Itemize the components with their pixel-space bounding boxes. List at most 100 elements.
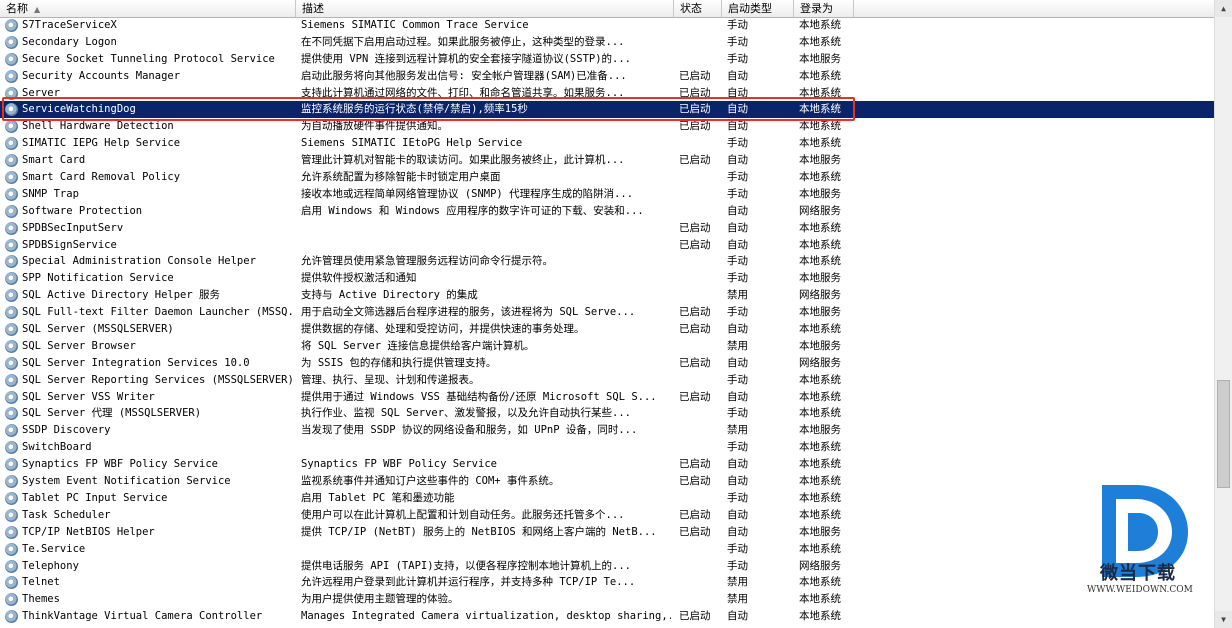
service-logon: 本地系统 (799, 593, 841, 606)
service-gear-icon (5, 542, 18, 556)
table-row[interactable]: Te.Service 手动 本地系统 (0, 541, 1214, 558)
table-row[interactable]: Telephony 提供电话服务 API (TAPI)支持，以便各程序控制本地计算… (0, 558, 1214, 575)
table-row[interactable]: SQL Server Browser 将 SQL Server 连接信息提供给客户… (0, 338, 1214, 355)
table-row[interactable]: SNMP Trap 接收本地或远程简单网络管理协议 (SNMP) 代理程序生成的陷… (0, 186, 1214, 203)
service-status (679, 17, 723, 34)
table-row[interactable]: Task Scheduler 使用户可以在此计算机上配置和计划自动任务。此服务还托… (0, 507, 1214, 524)
service-name: Task Scheduler (22, 508, 111, 521)
service-name: Telnet (22, 576, 60, 589)
service-gear-icon (5, 339, 18, 353)
watermark-text: 微当下载 (1100, 563, 1176, 584)
service-status (679, 372, 723, 389)
service-status (679, 135, 723, 152)
service-start-type: 自动 (727, 610, 748, 623)
table-row[interactable]: TCP/IP NetBIOS Helper 提供 TCP/IP (NetBT) 服… (0, 524, 1214, 541)
service-description: 管理、执行、呈现、计划和传递报表。 (301, 373, 480, 386)
table-row[interactable]: SQL Server Integration Services 10.0 为 SS… (0, 355, 1214, 372)
column-start-type[interactable]: 启动类型 (722, 0, 794, 17)
column-desc-label: 描述 (302, 2, 324, 15)
service-description (301, 220, 671, 237)
service-status (679, 558, 723, 575)
service-start-type: 手动 (727, 187, 748, 200)
table-row[interactable]: ThinkVantage Virtual Camera Controller Ma… (0, 608, 1214, 625)
scroll-down-icon[interactable]: ▼ (1215, 611, 1232, 628)
table-row[interactable]: Smart Card Removal Policy 允许系统配置为移除智能卡时锁定… (0, 169, 1214, 186)
service-logon: 网络服务 (799, 204, 841, 217)
service-logon: 本地系统 (799, 610, 841, 623)
table-row[interactable]: Special Administration Console Helper 允许管… (0, 253, 1214, 270)
service-status (679, 574, 723, 591)
table-row[interactable]: Secondary Logon 在不同凭据下启用启动过程。如果此服务被停止，这种类… (0, 34, 1214, 51)
service-gear-icon (5, 475, 18, 489)
table-row[interactable]: Themes 为用户提供使用主题管理的体验。 禁用 本地系统 (0, 591, 1214, 608)
service-description (301, 541, 671, 558)
service-start-type: 自动 (727, 204, 748, 217)
column-status[interactable]: 状态 (674, 0, 722, 17)
service-description: 提供电话服务 API (TAPI)支持，以便各程序控制本地计算机上的... (301, 559, 632, 572)
service-start-type: 手动 (727, 441, 748, 454)
table-row[interactable]: Telnet 允许远程用户登录到此计算机并运行程序，并支持多种 TCP/IP Te… (0, 574, 1214, 591)
table-row[interactable]: Synaptics FP WBF Policy Service Synaptics… (0, 456, 1214, 473)
column-name[interactable]: 名称 ▲ (0, 0, 296, 17)
service-name: SQL Active Directory Helper 服务 (22, 289, 221, 302)
table-row[interactable]: System Event Notification Service 监视系统事件并… (0, 473, 1214, 490)
table-row[interactable]: S7TraceServiceX Siemens SIMATIC Common Tr… (0, 17, 1214, 34)
table-row[interactable]: Software Protection 启用 Windows 和 Windows … (0, 203, 1214, 220)
service-gear-icon (5, 120, 18, 134)
service-logon: 网络服务 (799, 356, 841, 369)
service-status (679, 186, 723, 203)
service-name: SNMP Trap (22, 187, 79, 200)
service-logon: 本地服务 (799, 525, 841, 538)
table-row[interactable]: Security Accounts Manager 启动此服务将向其他服务发出信号… (0, 68, 1214, 85)
service-description (301, 439, 671, 456)
table-row[interactable]: SQL Server Reporting Services (MSSQLSERV… (0, 372, 1214, 389)
service-description: 允许远程用户登录到此计算机并运行程序，并支持多种 TCP/IP Te... (301, 576, 636, 589)
service-name: SQL Full-text Filter Daemon Launcher (MS… (22, 306, 294, 319)
scroll-up-icon[interactable]: ▲ (1215, 0, 1232, 17)
service-gear-icon (5, 272, 18, 286)
service-start-type: 自动 (727, 221, 748, 234)
service-start-type: 手动 (727, 373, 748, 386)
table-row[interactable]: SwitchBoard 手动 本地系统 (0, 439, 1214, 456)
service-description: 提供用于通过 Windows VSS 基础结构备份/还原 Microsoft S… (301, 390, 657, 403)
service-gear-icon (5, 19, 18, 32)
service-status (679, 541, 723, 558)
service-description: 提供数据的存储、处理和受控访问，并提供快速的事务处理。 (301, 323, 585, 336)
table-row[interactable]: SQL Server 代理 (MSSQLSERVER) 执行作业、监视 SQL S… (0, 405, 1214, 422)
service-logon: 本地系统 (799, 221, 841, 234)
service-logon: 本地服务 (799, 339, 841, 352)
column-logon[interactable]: 登录为 (794, 0, 854, 17)
service-logon: 本地系统 (799, 576, 841, 589)
column-header: 名称 ▲ 描述 状态 启动类型 登录为 (0, 0, 1214, 18)
service-gear-icon (5, 187, 18, 201)
service-start-type: 自动 (727, 323, 748, 336)
table-row[interactable]: SQL Server VSS Writer 提供用于通过 Windows VSS … (0, 389, 1214, 406)
service-description: 在不同凭据下启用启动过程。如果此服务被停止，这种类型的登录... (301, 35, 625, 48)
service-status: 已启动 (679, 238, 711, 251)
watermark-url: WWW.WEIDOWN.COM (1087, 585, 1193, 595)
table-row[interactable]: SQL Server (MSSQLSERVER) 提供数据的存储、处理和受控访问，… (0, 321, 1214, 338)
table-row[interactable]: SSDP Discovery 当发现了使用 SSDP 协议的网络设备和服务，如 U… (0, 422, 1214, 439)
table-row[interactable]: Tablet PC Input Service 启用 Tablet PC 笔和墨迹… (0, 490, 1214, 507)
service-start-type: 自动 (727, 390, 748, 403)
scrollbar-thumb[interactable] (1217, 380, 1230, 488)
service-gear-icon (5, 576, 18, 590)
table-row[interactable]: SQL Active Directory Helper 服务 支持与 Active… (0, 287, 1214, 304)
table-row[interactable]: SQL Full-text Filter Daemon Launcher (MS… (0, 304, 1214, 321)
service-start-type: 自动 (727, 154, 748, 167)
service-description: Synaptics FP WBF Policy Service (301, 458, 497, 471)
table-row[interactable]: SPDBSecInputServ 已启动 自动 本地系统 (0, 220, 1214, 237)
table-row[interactable]: Smart Card 管理此计算机对智能卡的取读访问。如果此服务被终止，此计算机.… (0, 152, 1214, 169)
service-description: 为用户提供使用主题管理的体验。 (301, 593, 459, 606)
table-row[interactable]: SIMATIC IEPG Help Service Siemens SIMATIC… (0, 135, 1214, 152)
vertical-scrollbar[interactable]: ▲ ▼ (1214, 0, 1232, 628)
table-row[interactable]: Secure Socket Tunneling Protocol Service… (0, 51, 1214, 68)
service-description: 为 SSIS 包的存储和执行提供管理支持。 (301, 356, 497, 369)
service-name: Secondary Logon (22, 35, 117, 48)
table-row[interactable]: SPDBSignService 已启动 自动 本地系统 (0, 237, 1214, 254)
table-row[interactable]: SPP Notification Service 提供软件授权激活和通知 手动 本地服… (0, 270, 1214, 287)
column-desc[interactable]: 描述 (296, 0, 674, 17)
service-gear-icon (5, 204, 18, 218)
service-logon: 本地系统 (799, 542, 841, 555)
service-status: 已启动 (679, 458, 711, 471)
